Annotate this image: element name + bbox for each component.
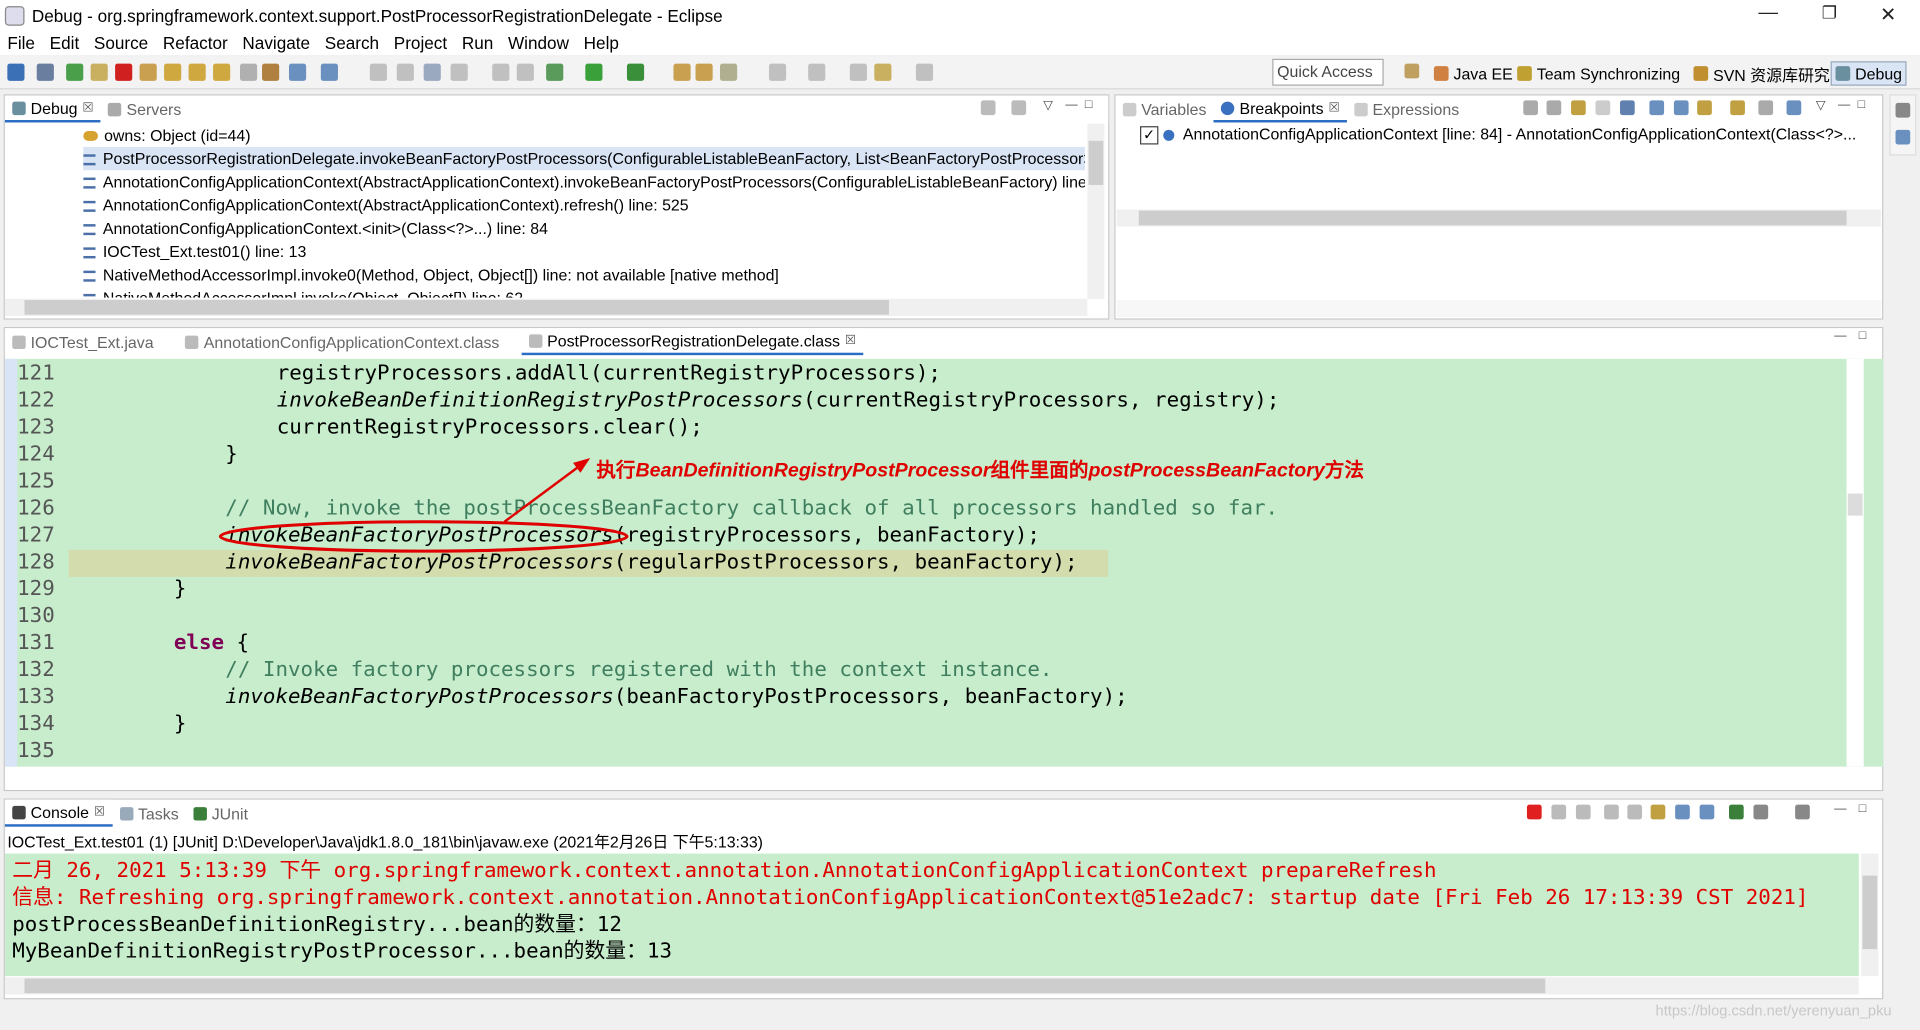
open-console-icon[interactable] bbox=[1795, 804, 1810, 820]
remove-all-icon[interactable] bbox=[1575, 804, 1591, 820]
watermark: https://blog.csdn.net/yerenyuan_pku bbox=[1655, 1001, 1892, 1019]
display-console-icon[interactable] bbox=[1753, 804, 1769, 820]
scroll-lock-icon[interactable] bbox=[1627, 804, 1643, 820]
console-tabs: Console ☒ Tasks JUnit bbox=[4, 799, 1883, 827]
clear-console-icon[interactable] bbox=[1604, 804, 1619, 820]
maximize-view-icon[interactable]: □ bbox=[1859, 802, 1866, 815]
minimize-view-icon[interactable]: — bbox=[1834, 802, 1846, 815]
restore-icon[interactable] bbox=[1895, 102, 1911, 118]
tab-console[interactable]: Console ☒ bbox=[4, 799, 113, 827]
terminate-icon[interactable] bbox=[1526, 804, 1542, 820]
highlight-ellipse bbox=[218, 520, 629, 553]
annotation-arrow bbox=[503, 464, 582, 523]
tab-junit[interactable]: JUnit bbox=[186, 800, 255, 827]
remove-launch-icon[interactable] bbox=[1551, 804, 1567, 820]
console-hscrollbar[interactable] bbox=[4, 977, 1859, 995]
pin-console-icon[interactable] bbox=[1728, 804, 1744, 820]
tasks-icon bbox=[119, 806, 134, 820]
tab-tasks[interactable]: Tasks bbox=[112, 800, 186, 827]
console-vscrollbar[interactable] bbox=[1861, 853, 1879, 977]
annotation-text: 执行BeanDefinitionRegistryPostProcessor组件里… bbox=[596, 460, 1364, 482]
show-stdout-icon[interactable] bbox=[1675, 804, 1690, 820]
console-icon bbox=[12, 805, 26, 819]
right-trim-stack bbox=[1889, 94, 1917, 156]
show-stderr-icon[interactable] bbox=[1699, 804, 1715, 820]
close-icon[interactable]: ☒ bbox=[94, 805, 105, 818]
word-wrap-icon[interactable] bbox=[1650, 804, 1666, 820]
console-output[interactable]: 二月 26, 2021 5:13:39 下午 org.springframewo… bbox=[4, 853, 1859, 977]
arrowhead-icon bbox=[573, 458, 591, 473]
console-process-label: IOCTest_Ext.test01 (1) [JUnit] D:\Develo… bbox=[7, 832, 763, 852]
console-line: MyBeanDefinitionRegistryPostProcessor...… bbox=[12, 939, 673, 964]
outline-icon[interactable] bbox=[1895, 129, 1911, 145]
junit-icon bbox=[193, 806, 207, 820]
